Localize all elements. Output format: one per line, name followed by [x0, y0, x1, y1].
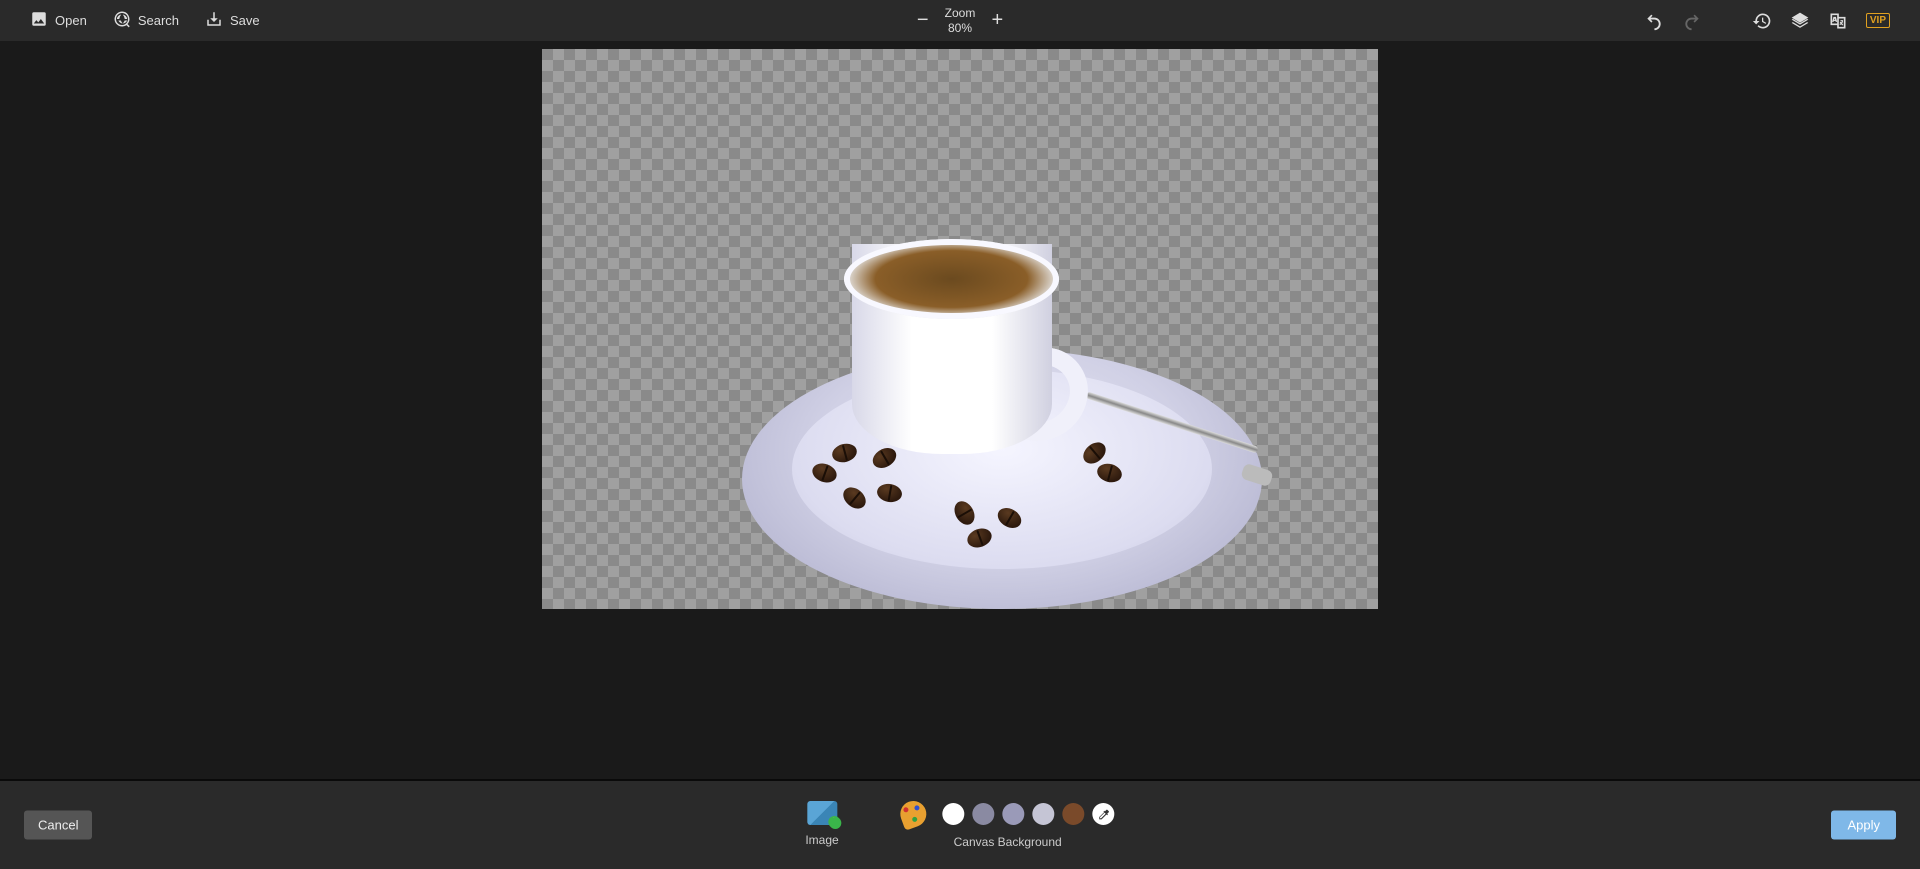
- save-button[interactable]: Save: [205, 10, 260, 31]
- eyedropper-icon: [1097, 808, 1110, 821]
- bg-label: Canvas Background: [954, 835, 1062, 849]
- zoom-label: Zoom 80%: [945, 6, 976, 35]
- history-button[interactable]: [1752, 11, 1772, 31]
- color-picker-button[interactable]: [1093, 803, 1115, 825]
- swatch-3[interactable]: [1033, 803, 1055, 825]
- image-icon: [30, 10, 48, 31]
- zoom-title: Zoom: [945, 6, 976, 20]
- open-button[interactable]: Open: [30, 10, 87, 31]
- swatch-1[interactable]: [973, 803, 995, 825]
- toolbar-left: Open Search Save: [30, 10, 260, 31]
- search-button[interactable]: Search: [113, 10, 179, 31]
- translate-button[interactable]: [1828, 11, 1848, 31]
- canvas-subject: [542, 49, 1378, 609]
- swatch-2[interactable]: [1003, 803, 1025, 825]
- cup-rim: [844, 239, 1059, 319]
- apply-button[interactable]: Apply: [1831, 811, 1896, 840]
- swatch-0[interactable]: [943, 803, 965, 825]
- undo-button[interactable]: [1644, 11, 1664, 31]
- toolbar-right: VIP: [1644, 11, 1890, 31]
- canvas-area: [0, 41, 1920, 779]
- zoom-out-button[interactable]: −: [915, 9, 931, 32]
- center-controls: + Image Canvas Background: [805, 801, 1114, 849]
- save-label: Save: [230, 13, 260, 28]
- vip-badge[interactable]: VIP: [1866, 13, 1890, 28]
- cancel-button[interactable]: Cancel: [24, 811, 92, 840]
- swatch-4[interactable]: [1063, 803, 1085, 825]
- plus-icon: +: [828, 816, 840, 828]
- zoom-in-button[interactable]: +: [989, 9, 1005, 32]
- add-image-button[interactable]: +: [807, 801, 837, 825]
- redo-button[interactable]: [1682, 11, 1702, 31]
- search-label: Search: [138, 13, 179, 28]
- zoom-value: 80%: [945, 21, 976, 35]
- bottom-panel: Cancel Apply + Image Canvas Background: [0, 779, 1920, 869]
- zoom-control: − Zoom 80% +: [915, 6, 1006, 35]
- layers-button[interactable]: [1790, 11, 1810, 31]
- download-icon: [205, 10, 223, 31]
- top-toolbar: Open Search Save − Zoom 80% +: [0, 0, 1920, 41]
- canvas-bg-group: Canvas Background: [901, 801, 1115, 849]
- image-label: Image: [805, 833, 838, 847]
- open-label: Open: [55, 13, 87, 28]
- canvas[interactable]: [542, 49, 1378, 609]
- palette-icon[interactable]: [897, 797, 930, 830]
- swatches: [943, 803, 1085, 825]
- swatch-row: [901, 801, 1115, 827]
- image-bg-group: + Image: [805, 801, 838, 847]
- globe-search-icon: [113, 10, 131, 31]
